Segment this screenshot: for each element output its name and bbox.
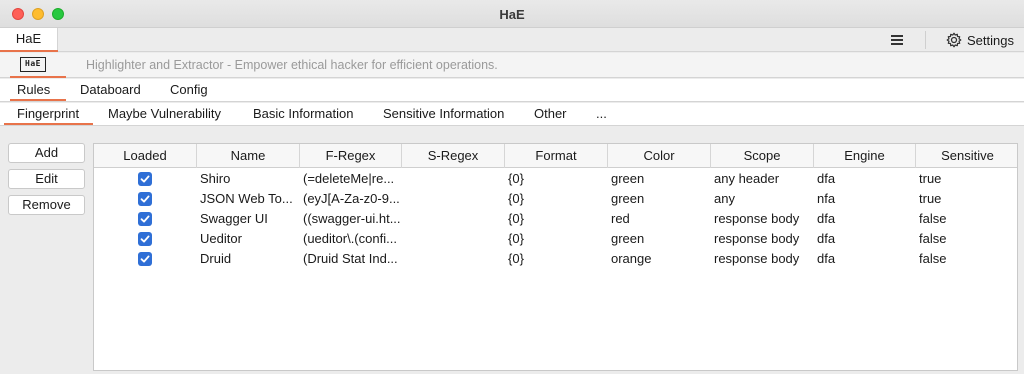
table-header: Loaded Name F-Regex S-Regex Format Color… <box>94 144 1017 168</box>
cell-f-regex: (=deleteMe|re... <box>303 171 395 186</box>
cell-s-regex <box>405 189 504 209</box>
main-tab-bar: Rules Databoard Config <box>0 79 1024 102</box>
column-header-loaded[interactable]: Loaded <box>94 144 197 168</box>
cell-f-regex: ((swagger-ui.ht... <box>303 211 401 226</box>
cell-sensitive: true <box>919 191 942 206</box>
top-tab-bar: HaE Settings <box>0 28 1024 52</box>
column-header-format[interactable]: Format <box>505 144 608 168</box>
tab-other[interactable]: Other <box>534 106 567 121</box>
cell-scope: response body <box>714 211 800 226</box>
add-button[interactable]: Add <box>8 143 85 163</box>
cell-name: JSON Web To... <box>200 191 293 206</box>
cell-engine: dfa <box>817 171 836 186</box>
cell-s-regex <box>405 229 504 249</box>
tab-sensitive-information[interactable]: Sensitive Information <box>383 106 504 121</box>
cell-engine: dfa <box>817 231 836 246</box>
tab-more[interactable]: ... <box>596 106 607 121</box>
column-header-scope[interactable]: Scope <box>711 144 814 168</box>
rules-table: Loaded Name F-Regex S-Regex Format Color… <box>93 143 1018 371</box>
column-header-engine[interactable]: Engine <box>814 144 916 168</box>
cell-s-regex <box>405 169 504 189</box>
cell-scope: any <box>714 191 735 206</box>
cell-sensitive: true <box>919 171 942 186</box>
edit-button[interactable]: Edit <box>8 169 85 189</box>
remove-button[interactable]: Remove <box>8 195 85 215</box>
cell-scope: response body <box>714 251 800 266</box>
tab-hae[interactable]: HaE <box>0 28 58 52</box>
logo-underline <box>10 76 66 78</box>
cell-format: {0} <box>508 231 524 246</box>
tab-maybe-vulnerability[interactable]: Maybe Vulnerability <box>108 106 221 121</box>
loaded-checkbox[interactable] <box>138 232 152 246</box>
cell-engine: nfa <box>817 191 836 206</box>
table-row[interactable]: Swagger UI ((swagger-ui.ht... {0} red respon… <box>94 209 1017 229</box>
cell-format: {0} <box>508 171 524 186</box>
cell-format: {0} <box>508 211 524 226</box>
cell-f-regex: (Druid Stat Ind... <box>303 251 398 266</box>
banner: HaE Highlighter and Extractor - Empower … <box>0 53 1024 78</box>
cell-scope: any header <box>714 171 780 186</box>
hae-logo: HaE <box>20 57 46 72</box>
cell-format: {0} <box>508 191 524 206</box>
cell-name: Druid <box>200 251 232 266</box>
cell-color: green <box>611 231 645 246</box>
cell-color: green <box>611 171 645 186</box>
title-bar: HaE <box>0 0 1024 28</box>
toolbar-divider <box>925 31 926 49</box>
window-title: HaE <box>499 7 525 22</box>
rule-tab-bar: Fingerprint Maybe Vulnerability Basic In… <box>0 103 1024 126</box>
cell-scope: response body <box>714 231 800 246</box>
tab-basic-information[interactable]: Basic Information <box>253 106 353 121</box>
tab-fingerprint[interactable]: Fingerprint <box>17 106 79 121</box>
settings-label: Settings <box>967 32 1014 48</box>
loaded-checkbox[interactable] <box>138 172 152 186</box>
cell-sensitive: false <box>919 231 947 246</box>
rules-panel: Add Edit Remove Loaded Name F-Regex S-Re… <box>0 127 1024 374</box>
cell-name: Ueditor <box>200 231 242 246</box>
cell-engine: dfa <box>817 211 836 226</box>
cell-format: {0} <box>508 251 524 266</box>
tab-config[interactable]: Config <box>170 82 208 97</box>
column-header-s-regex[interactable]: S-Regex <box>402 144 505 168</box>
cell-s-regex <box>405 249 504 269</box>
loaded-checkbox[interactable] <box>138 192 152 206</box>
loaded-checkbox[interactable] <box>138 252 152 266</box>
cell-color: red <box>611 211 630 226</box>
menu-icon[interactable] <box>891 35 903 45</box>
loaded-checkbox[interactable] <box>138 212 152 226</box>
cell-name: Swagger UI <box>200 211 268 226</box>
tab-hae-underline <box>0 50 58 52</box>
table-row[interactable]: Ueditor (ueditor\.(confi... {0} green respon… <box>94 229 1017 249</box>
column-header-f-regex[interactable]: F-Regex <box>300 144 402 168</box>
table-row[interactable]: Druid (Druid Stat Ind... {0} orange response… <box>94 249 1017 269</box>
table-row[interactable]: JSON Web To... (eyJ[A-Za-z0-9... {0} green a… <box>94 189 1017 209</box>
tagline: Highlighter and Extractor - Empower ethi… <box>86 58 498 72</box>
cell-engine: dfa <box>817 251 836 266</box>
gear-icon <box>946 32 962 48</box>
cell-color: green <box>611 191 645 206</box>
column-header-name[interactable]: Name <box>197 144 300 168</box>
cell-f-regex: (ueditor\.(confi... <box>303 231 397 246</box>
tab-hae-label: HaE <box>15 31 42 46</box>
cell-s-regex <box>405 209 504 229</box>
tab-rules-underline <box>10 99 66 101</box>
cell-sensitive: false <box>919 251 947 266</box>
tab-rules[interactable]: Rules <box>17 82 50 97</box>
cell-color: orange <box>611 251 652 266</box>
table-row[interactable]: Shiro (=deleteMe|re... {0} green any header d… <box>94 169 1017 189</box>
tab-fingerprint-underline <box>4 123 93 125</box>
cell-f-regex: (eyJ[A-Za-z0-9... <box>303 191 400 206</box>
column-header-color[interactable]: Color <box>608 144 711 168</box>
cell-sensitive: false <box>919 211 947 226</box>
settings-button[interactable]: Settings <box>946 31 1014 49</box>
column-header-sensitive[interactable]: Sensitive <box>916 144 1017 168</box>
tab-databoard[interactable]: Databoard <box>80 82 141 97</box>
cell-name: Shiro <box>200 171 231 186</box>
